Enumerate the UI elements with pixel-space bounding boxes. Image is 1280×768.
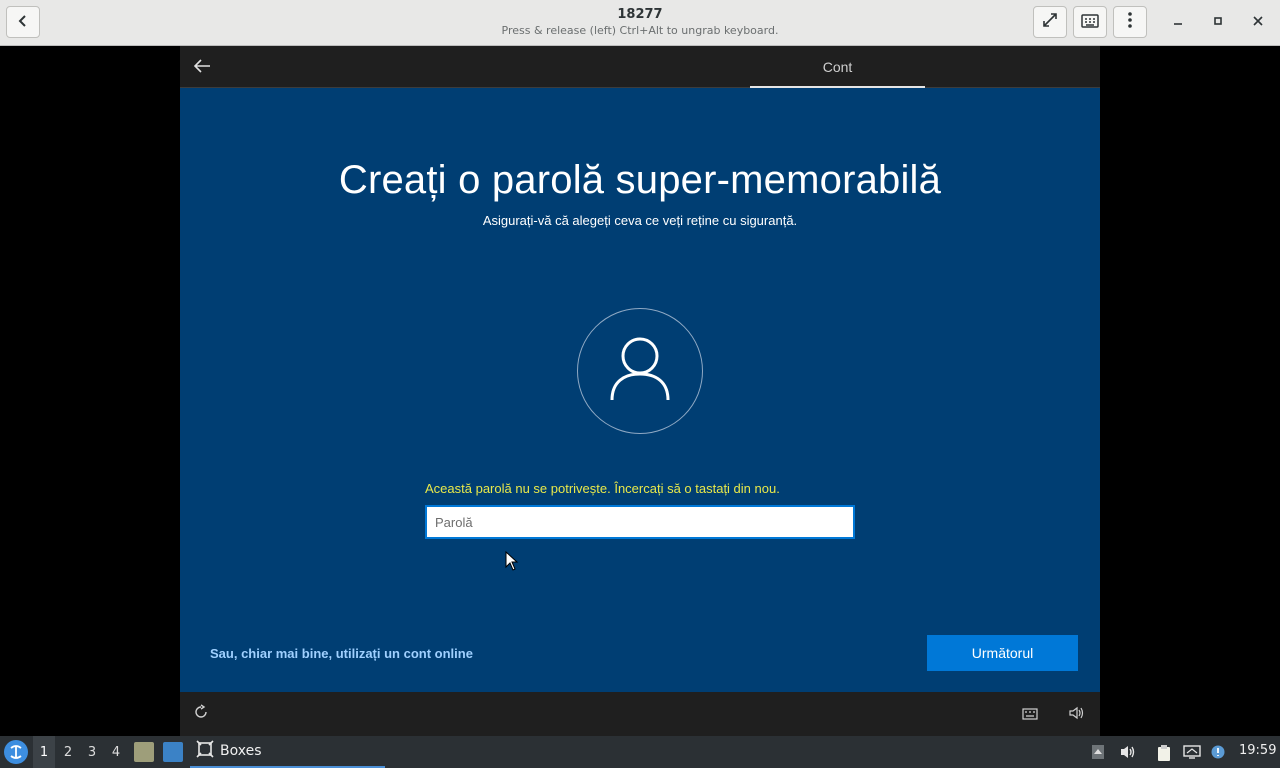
start-menu-button[interactable]: [4, 740, 28, 764]
kebab-menu-icon: [1128, 12, 1132, 32]
close-icon: [1253, 14, 1263, 30]
app-headerbar: 18277 Press & release (left) Ctrl+Alt to…: [0, 0, 1280, 46]
back-button[interactable]: [6, 6, 40, 38]
oobe-bottom-bar: [180, 692, 1100, 736]
page-title: Creați o parolă super-memorabilă: [338, 158, 942, 202]
online-account-link[interactable]: Sau, chiar mai bine, utilizați un cont o…: [210, 646, 473, 661]
taskbar-item-label: Boxes: [220, 743, 262, 759]
file-manager-launcher-icon[interactable]: [134, 742, 154, 762]
ease-of-access-button[interactable]: [191, 704, 211, 724]
window-title: 18277: [617, 7, 663, 22]
ease-of-access-icon: [193, 704, 209, 724]
window-subtitle: Press & release (left) Ctrl+Alt to ungra…: [501, 24, 779, 37]
password-field[interactable]: [425, 505, 855, 539]
user-icon: [610, 336, 670, 406]
volume-button[interactable]: [1066, 704, 1086, 724]
oobe-back-button[interactable]: [190, 56, 214, 78]
taskbar: 1 2 3 4 Boxes 19:59: [0, 736, 1280, 768]
next-button[interactable]: Următorul: [927, 635, 1078, 671]
keyboard-icon: [1022, 705, 1038, 724]
clock[interactable]: 19:59: [1239, 743, 1276, 758]
tab-cont: Cont: [822, 59, 853, 75]
avatar: [577, 308, 703, 434]
volume-tray-icon[interactable]: [1119, 744, 1137, 760]
fullscreen-icon: [1042, 12, 1058, 32]
chevron-left-icon: [16, 13, 30, 32]
workspace-1[interactable]: 1: [33, 736, 55, 768]
keyboard-icon: [1081, 13, 1099, 32]
maximize-icon: [1213, 14, 1223, 30]
minimize-button[interactable]: [1168, 12, 1188, 32]
password-error-message: Această parolă nu se potrivește. Încerca…: [425, 481, 780, 496]
maximize-button[interactable]: [1208, 12, 1228, 32]
page-subtitle: Asigurați-vă că alegeți ceva ce veți reț…: [482, 213, 798, 228]
show-desktop-icon[interactable]: [163, 742, 183, 762]
vm-display[interactable]: Cont Creați o parolă super-memorabilă As…: [180, 46, 1100, 736]
notification-tray-icon[interactable]: [1210, 744, 1228, 760]
workspace-4[interactable]: 4: [105, 736, 127, 768]
menu-button[interactable]: [1113, 6, 1147, 38]
mouse-pointer-icon: [505, 550, 519, 571]
workspace-3[interactable]: 3: [81, 736, 103, 768]
tab-underline: [750, 86, 925, 88]
taskbar-item-boxes[interactable]: Boxes: [190, 736, 385, 768]
tray-expand-icon[interactable]: [1091, 744, 1109, 760]
distro-logo-icon: [4, 745, 28, 768]
keyboard-layout-button[interactable]: [1020, 704, 1040, 724]
oobe-top-bar: Cont: [180, 46, 1100, 88]
network-tray-icon[interactable]: [1183, 744, 1201, 760]
send-keys-button[interactable]: [1073, 6, 1107, 38]
boxes-app-icon: [196, 740, 214, 762]
close-button[interactable]: [1248, 12, 1268, 32]
speaker-icon: [1068, 705, 1084, 724]
minimize-icon: [1173, 14, 1183, 30]
workspace-2[interactable]: 2: [57, 736, 79, 768]
clipboard-tray-icon[interactable]: [1156, 744, 1174, 761]
fullscreen-button[interactable]: [1033, 6, 1067, 38]
arrow-left-icon: [193, 58, 211, 77]
